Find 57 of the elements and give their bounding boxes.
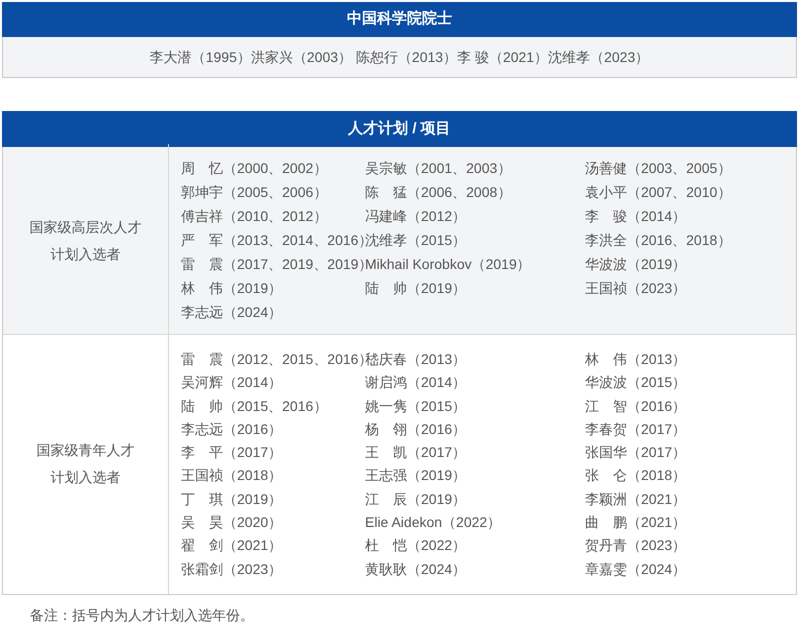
- member-name: 吴河辉（2014）: [181, 373, 284, 392]
- member-name: 傅吉祥（2010、2012）: [181, 207, 328, 226]
- member-name: 姚一隽（2015）: [365, 396, 468, 416]
- member-name: 李颖洲（2021）: [585, 490, 688, 509]
- member-name: 李志远（2024）: [181, 303, 284, 322]
- category-label: 计划入选者: [50, 468, 120, 488]
- academician-list: 李大潜（1995）洪家兴（2003） 陈恕行（2013）李 骏（2021）沈维孝（2023）: [150, 46, 650, 68]
- member-name: 李 骏（2014）: [585, 207, 688, 226]
- member-name: 林 伟（2013）: [585, 350, 688, 369]
- member-name: 华波波（2015）: [585, 373, 688, 392]
- member-name: 章嘉雯（2024）: [585, 560, 688, 579]
- member-name: 张国华（2017）: [585, 443, 688, 462]
- category-label: 国家级高层次人才: [30, 218, 142, 236]
- member-name: 陆 帅（2019）: [365, 279, 468, 298]
- member-name: Elie Aidekon（2022）: [365, 513, 502, 532]
- member-name: 江 辰（2019）: [365, 490, 468, 509]
- member-name: 林 伟（2019）: [181, 279, 284, 298]
- member-name: 张 仑（2018）: [585, 466, 688, 486]
- member-name: 陆 帅（2015、2016）: [181, 396, 328, 416]
- member-name: 周 忆（2000、2002）: [181, 159, 328, 178]
- member-name: 李春贺（2017）: [585, 420, 688, 439]
- member-name: 王国祯（2023）: [585, 279, 688, 298]
- member-name: 江 智（2016）: [585, 396, 688, 416]
- member-name: 袁小平（2007、2010）: [585, 183, 732, 202]
- member-name: 冯建峰（2012）: [365, 207, 468, 226]
- member-name: 华波波（2019）: [585, 255, 688, 274]
- member-name: 吴宗敏（2001、2003）: [365, 159, 512, 178]
- member-name: 李 平（2017）: [181, 443, 284, 462]
- member-name: 雷 震（2017、2019、2019）: [181, 255, 365, 274]
- member-name: 郭坤宇（2005、2006）: [181, 183, 328, 202]
- member-name: 王 凯（2017）: [365, 443, 468, 462]
- member-name: 王国祯（2018）: [181, 466, 284, 486]
- member-name: 陈 猛（2006、2008）: [365, 183, 512, 202]
- table-header: 人才计划 / 项目: [2, 111, 797, 147]
- footnote: 备注：括号内为人才计划入选年份。: [30, 606, 254, 623]
- member-name: Mikhail Korobkov（2019）: [365, 255, 532, 274]
- member-name: 李志远（2016）: [181, 420, 284, 439]
- member-name: 沈维孝（2015）: [365, 231, 468, 250]
- member-name: 嵇庆春（2013）: [365, 350, 468, 369]
- member-name: 严 军（2013、2014、2016）: [181, 231, 365, 250]
- table-header: 中国科学院院士: [2, 2, 797, 37]
- member-name: 翟 剑（2021）: [181, 536, 284, 556]
- member-name: 丁 琪（2019）: [181, 490, 284, 509]
- member-name: 谢启鸿（2014）: [365, 373, 468, 392]
- member-name: 张霜剑（2023）: [181, 560, 284, 579]
- member-name: 贺丹青（2023）: [585, 536, 688, 556]
- member-name: 吴 昊（2020）: [181, 513, 284, 532]
- member-name: 黄耿耿（2024）: [365, 560, 468, 579]
- member-name: 李洪全（2016、2018）: [585, 231, 732, 250]
- member-name: 杨 翎（2016）: [365, 420, 468, 439]
- member-name: 王志强（2019）: [365, 466, 468, 486]
- member-name: 汤善健（2003、2005）: [585, 159, 732, 178]
- category-label: 计划入选者: [50, 244, 120, 264]
- member-name: 曲 鹏（2021）: [585, 513, 688, 532]
- category-label: 国家级青年人才: [36, 441, 134, 460]
- member-name: 杜 恺（2022）: [365, 536, 468, 556]
- member-name: 雷 震（2012、2015、2016）: [181, 350, 365, 369]
